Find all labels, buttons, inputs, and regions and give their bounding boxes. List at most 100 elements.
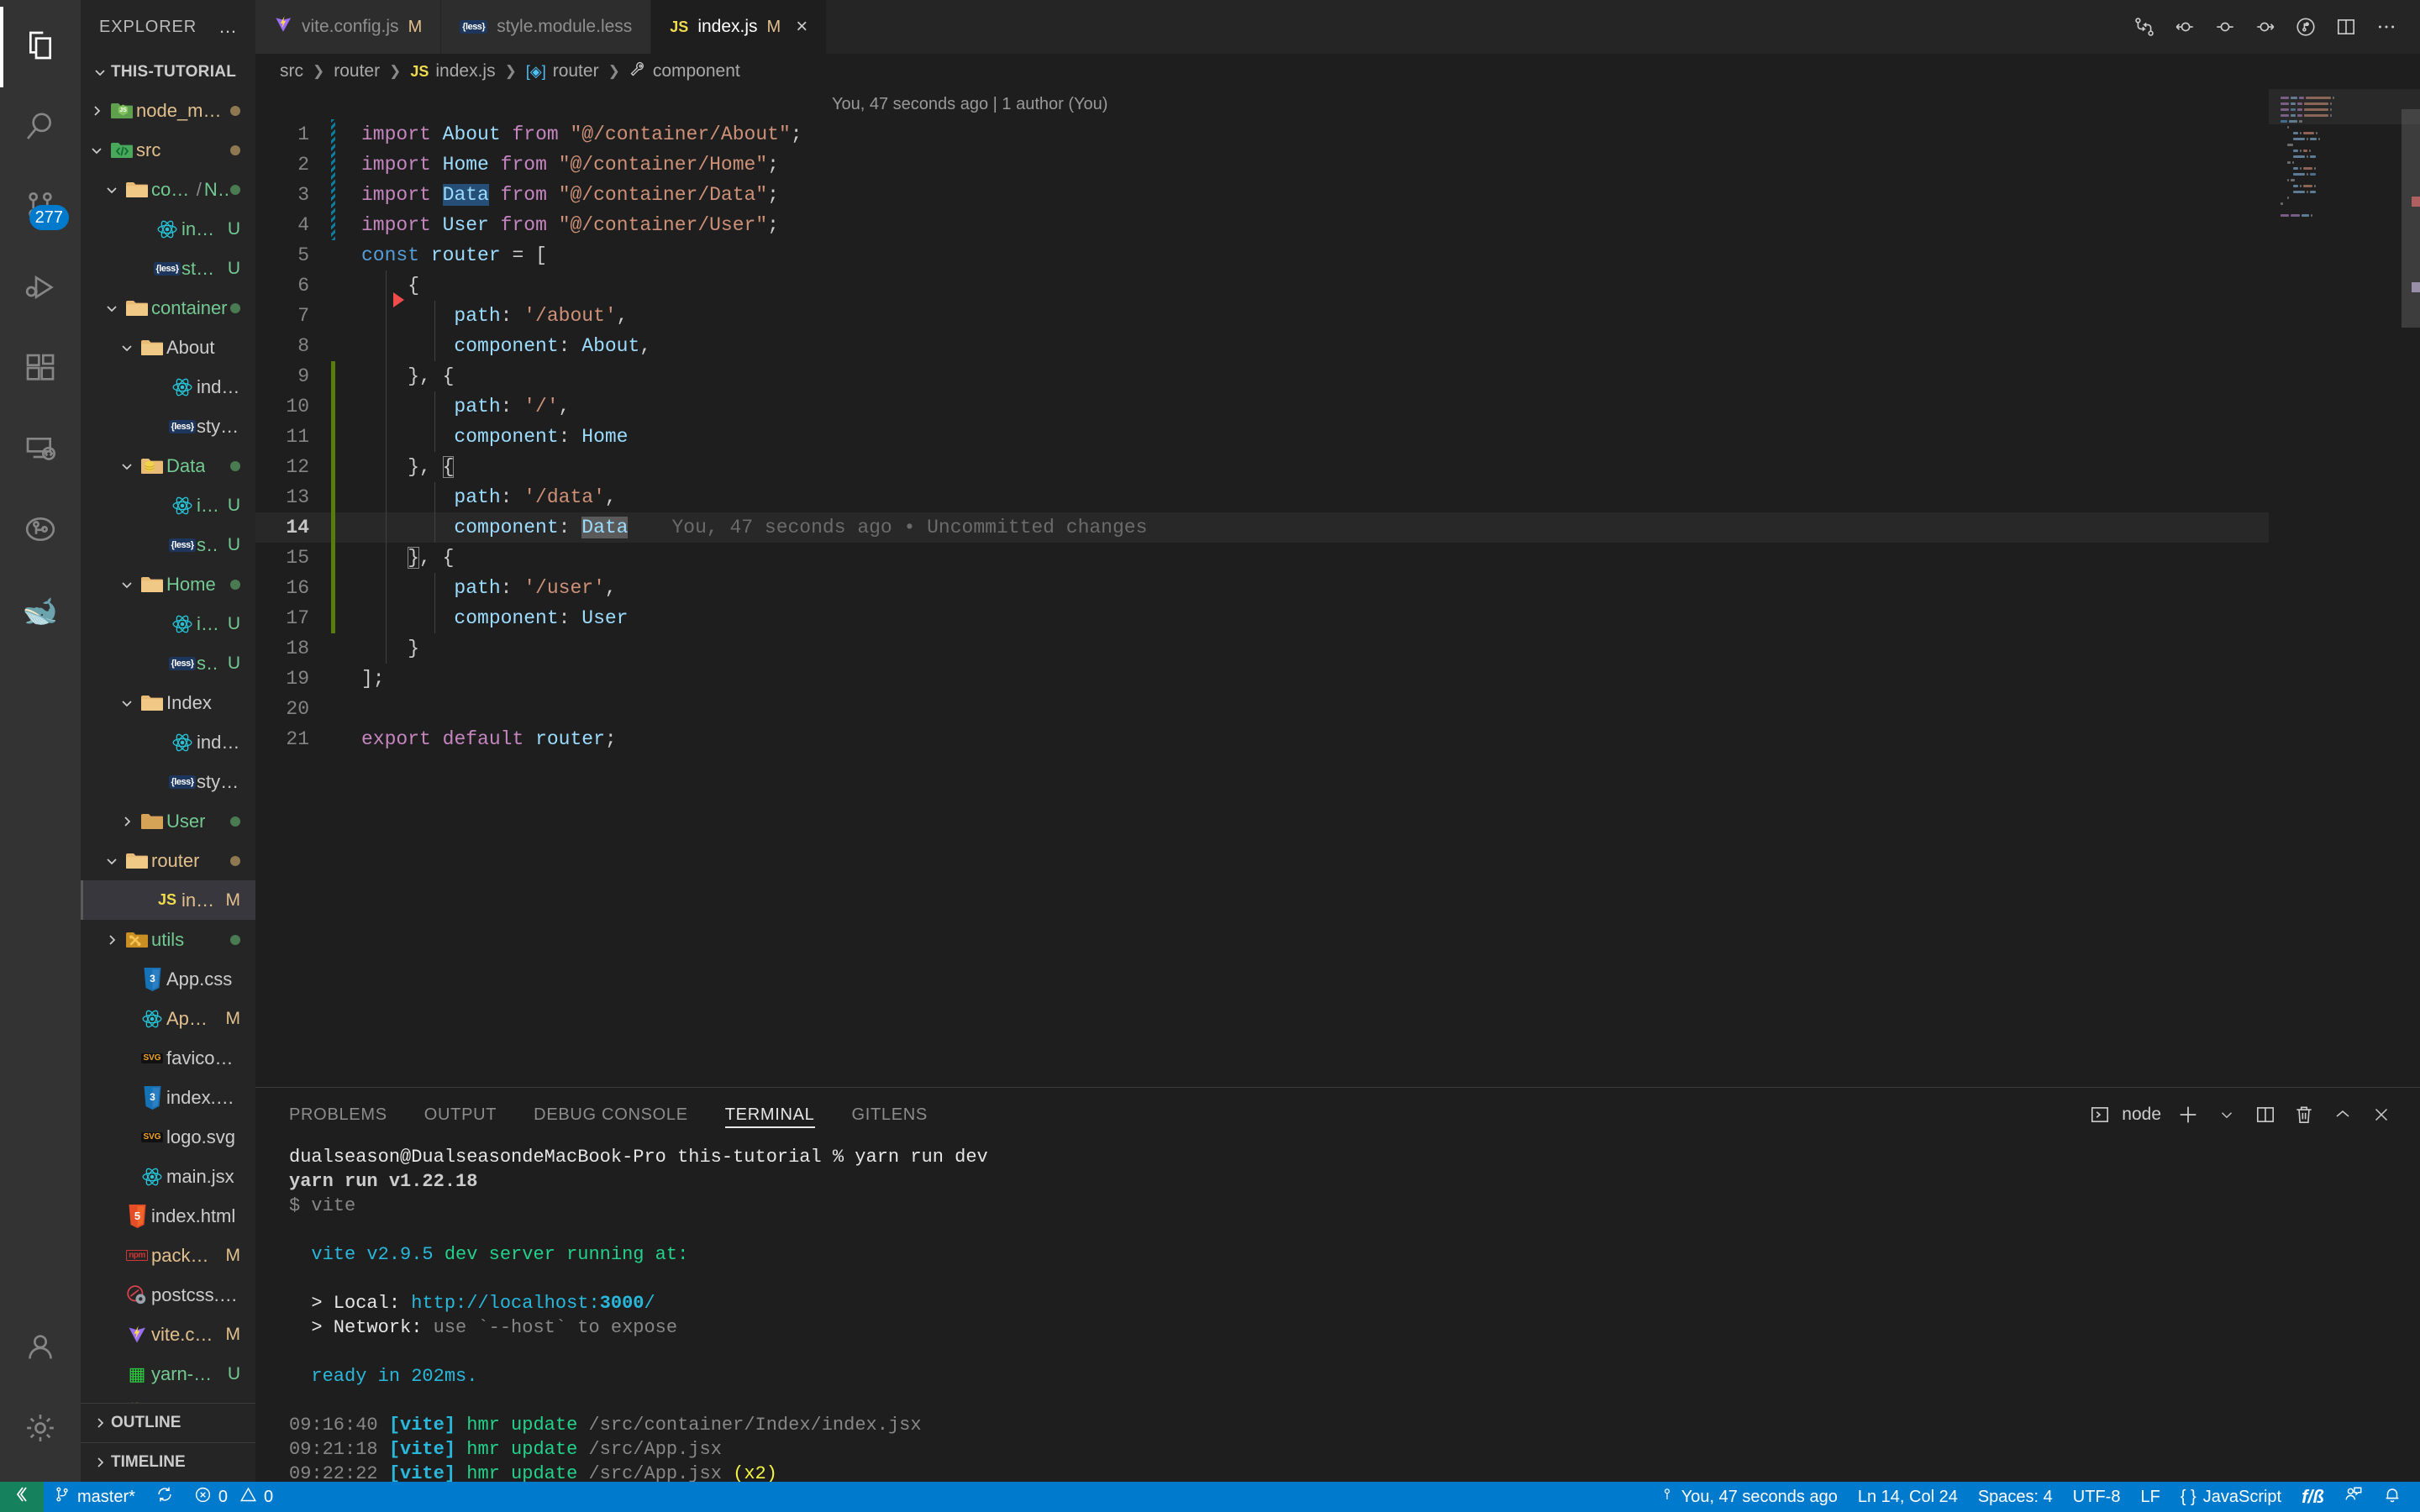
activity-bar-item-docker[interactable]: 🐋 [0, 571, 81, 652]
terminal-output[interactable]: dualseason@DualseasondeMacBook-Pro this-… [255, 1142, 2420, 1482]
chevron-right-icon[interactable] [116, 815, 138, 828]
new-terminal-icon[interactable] [2171, 1098, 2205, 1131]
breadcrumb-item-symbol-component[interactable]: component [629, 60, 740, 82]
code-line[interactable]: 1 import About from "@/container/About"; [255, 119, 2269, 150]
activity-bar-item-search[interactable] [0, 87, 81, 168]
code-line[interactable]: 13 path: '/data', [255, 482, 2269, 512]
gitlens-compare-icon[interactable] [2126, 8, 2163, 45]
close-icon[interactable]: × [796, 17, 808, 37]
tree-folder-row[interactable]: src [81, 130, 255, 170]
tree-folder-row[interactable]: Home [81, 564, 255, 604]
code-line[interactable]: 17 component: User [255, 603, 2269, 633]
tree-file-row[interactable]: postcss.config.js [81, 1275, 255, 1315]
code-editor[interactable]: You, 47 seconds ago | 1 author (You) 1 im… [255, 89, 2269, 1087]
chevron-down-icon[interactable] [116, 578, 138, 591]
more-actions-icon[interactable] [2368, 8, 2405, 45]
minimap[interactable] [2269, 89, 2420, 1087]
code-line[interactable]: 11 component: Home [255, 422, 2269, 452]
outline-section[interactable]: OUTLINE [81, 1403, 255, 1442]
code-line[interactable]: 18 } [255, 633, 2269, 664]
chevron-down-icon[interactable] [86, 144, 108, 157]
tree-file-row[interactable]: vite.config.js M [81, 1315, 255, 1354]
tab-debug-console[interactable]: DEBUG CONSOLE [534, 1088, 688, 1142]
encoding-status[interactable]: UTF-8 [2063, 1482, 2131, 1512]
notifications-status[interactable] [2373, 1482, 2412, 1512]
breadcrumb-item-symbol-router[interactable]: [◈] router [526, 61, 599, 81]
tree-file-row[interactable]: index.jsx U [81, 604, 255, 643]
chevron-down-icon[interactable] [116, 696, 138, 710]
tree-folder-row[interactable]: components/NavBar [81, 170, 255, 209]
code-line[interactable]: 19]; [255, 664, 2269, 694]
code-line[interactable]: 6 { [255, 270, 2269, 301]
chevron-down-icon[interactable] [116, 341, 138, 354]
chevron-down-icon[interactable] [101, 854, 123, 868]
blame-status[interactable]: You, 47 seconds ago [1649, 1482, 1848, 1512]
code-line[interactable]: 12 }, { [255, 452, 2269, 482]
code-line[interactable]: 4 import User from "@/container/User"; [255, 210, 2269, 240]
tree-folder-row[interactable]: container [81, 288, 255, 328]
chevron-down-icon[interactable] [116, 459, 138, 473]
code-line[interactable]: 21 export default router; [255, 724, 2269, 754]
tab-index-js[interactable]: JS index.js M × [651, 0, 828, 54]
sidebar-more-icon[interactable]: … [218, 16, 239, 38]
problems-status[interactable]: 0 0 [184, 1482, 283, 1512]
tree-file-row[interactable]: JS index.js M [81, 880, 255, 920]
tree-file-row[interactable]: SVGfavicon.svg [81, 1038, 255, 1078]
tab-style-module-less[interactable]: {less} style.module.less [441, 0, 652, 54]
workspace-root-row[interactable]: THIS-TUTORIAL [81, 54, 255, 91]
activity-bar-item-settings[interactable] [0, 1389, 81, 1470]
editor-scrollbar[interactable] [2402, 89, 2420, 1087]
branch-status[interactable]: master* [44, 1482, 145, 1512]
tree-file-row[interactable]: {less}style.module.less U [81, 249, 255, 288]
feedback-status[interactable] [2334, 1482, 2373, 1512]
indentation-status[interactable]: Spaces: 4 [1968, 1482, 2063, 1512]
tree-file-row[interactable]: 5 index.html [81, 1196, 255, 1236]
tree-file-row[interactable]: 3 index.css [81, 1078, 255, 1117]
tree-file-row[interactable]: index.jsx [81, 722, 255, 762]
tab-vite-config-js[interactable]: vite.config.js M [255, 0, 442, 54]
tree-file-row[interactable]: SVG logo.svg [81, 1117, 255, 1157]
code-line[interactable]: 3 import Data from "@/container/Data"; [255, 180, 2269, 210]
chevron-down-icon[interactable] [101, 302, 123, 315]
kill-terminal-icon[interactable] [2287, 1098, 2321, 1131]
tree-folder-row[interactable]: User [81, 801, 255, 841]
tab-gitlens[interactable]: GITLENS [852, 1088, 928, 1142]
code-line[interactable]: 16 path: '/user', [255, 573, 2269, 603]
activity-bar-item-explorer[interactable] [0, 7, 81, 87]
tree-file-row[interactable]: index.jsx [81, 367, 255, 407]
code-line[interactable]: 14 component: Data You, 47 seconds ago • … [255, 512, 2269, 543]
code-line[interactable]: 15 }, { [255, 543, 2269, 573]
tree-folder-row[interactable]: JS node_modules [81, 91, 255, 130]
file-tree[interactable]: JSnode_modulessrccomponents/NavBarindex.… [81, 91, 255, 1403]
chevron-down-icon[interactable] [101, 183, 123, 197]
prettier-status[interactable]: f/ß [2291, 1482, 2334, 1512]
gitlens-commit-graph-icon[interactable] [2287, 8, 2324, 45]
activity-bar-item-run-debug[interactable] [0, 249, 81, 329]
code-line[interactable]: 10 path: '/', [255, 391, 2269, 422]
tab-output[interactable]: OUTPUT [424, 1088, 497, 1142]
code-line[interactable]: 7 path: '/about', [255, 292, 2269, 331]
code-line[interactable]: 9 }, { [255, 361, 2269, 391]
tree-file-row[interactable]: ▦yarn-error.log U [81, 1354, 255, 1394]
activity-bar-item-extensions[interactable] [0, 329, 81, 410]
code-line[interactable]: 2 import Home from "@/container/Home"; [255, 150, 2269, 180]
split-editor-icon[interactable] [2328, 8, 2365, 45]
tree-file-row[interactable]: 🐈yarn.lockM [81, 1394, 255, 1404]
tree-file-row[interactable]: 3 App.css [81, 959, 255, 999]
language-status[interactable]: { } JavaScript [2170, 1482, 2291, 1512]
gitlens-previous-change-icon[interactable] [2166, 8, 2203, 45]
tree-file-row[interactable]: {less}style.module.less U [81, 643, 255, 683]
gitlens-next-change-icon[interactable] [2247, 8, 2284, 45]
tree-folder-row[interactable]: Index [81, 683, 255, 722]
tree-folder-row[interactable]: About [81, 328, 255, 367]
breadcrumb-item-src[interactable]: src [280, 61, 303, 81]
tree-file-row[interactable]: index.jsx U [81, 209, 255, 249]
eol-status[interactable]: LF [2130, 1482, 2170, 1512]
tree-file-row[interactable]: {less}style.module.less [81, 407, 255, 446]
maximize-panel-icon[interactable] [2326, 1098, 2360, 1131]
cursor-position-status[interactable]: Ln 14, Col 24 [1848, 1482, 1968, 1512]
activity-bar-item-remote-explorer[interactable] [0, 410, 81, 491]
terminal-select-icon[interactable] [2083, 1098, 2117, 1131]
tree-file-row[interactable]: npmpackage.json M [81, 1236, 255, 1275]
tree-file-row[interactable]: main.jsx [81, 1157, 255, 1196]
